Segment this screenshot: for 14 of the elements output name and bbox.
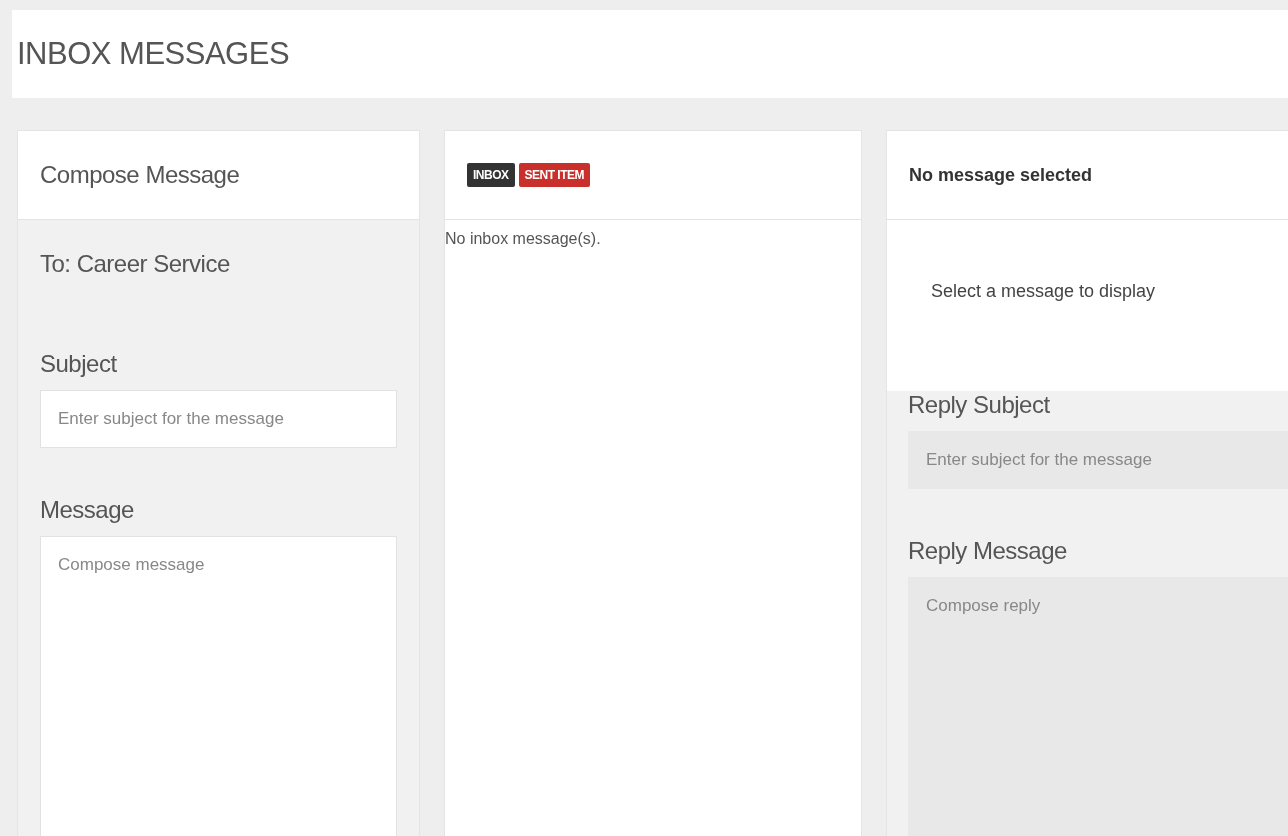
panel-title: Compose Message <box>40 161 240 189</box>
field-label: Message <box>40 496 135 524</box>
empty-message: No inbox message(s). <box>445 229 602 248</box>
field-label: Subject <box>40 350 118 378</box>
panel-title: No message selected <box>909 164 1093 186</box>
page-title: INBOX MESSAGES <box>17 36 290 72</box>
tab[interactable]: INBOX <box>467 163 515 187</box>
placeholder-text: Select a message to display <box>931 281 1156 302</box>
message-field[interactable]: Compose message <box>40 536 397 836</box>
tab[interactable]: SENT ITEM <box>518 163 591 187</box>
recipient-label: To: Career Service <box>40 250 231 278</box>
field-label: Reply Subject <box>908 391 1051 419</box>
field-label: Reply Message <box>908 537 1068 565</box>
subject-field[interactable]: Enter subject for the message <box>40 390 397 448</box>
